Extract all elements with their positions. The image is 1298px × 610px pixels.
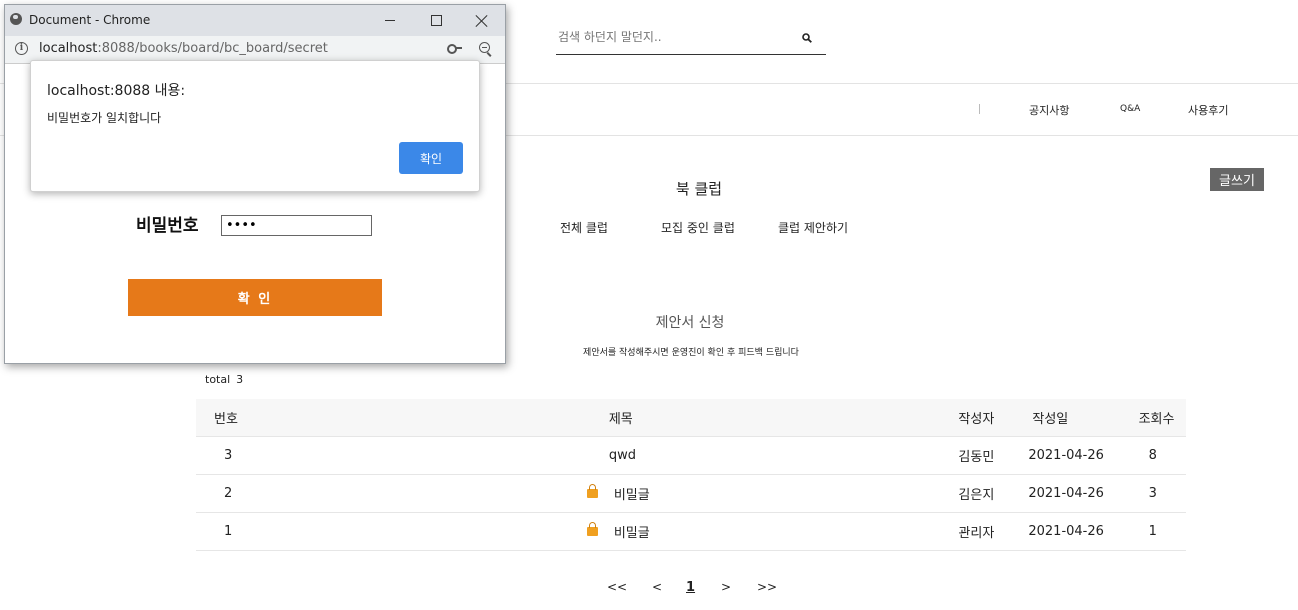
pagination-first[interactable]: << (607, 580, 627, 594)
row-title-text[interactable]: 비밀글 (614, 526, 650, 541)
row-writer: 관리자 (948, 512, 1009, 551)
row-title-text[interactable]: 비밀글 (614, 488, 650, 503)
row-number: 3 (196, 436, 267, 475)
alert-dialog: localhost:8088 내용: 비밀번호가 일치합니다 확인 (30, 60, 480, 192)
row-writer: 김은지 (948, 474, 1009, 513)
table-header-row: 번호 제목 작성자 작성일 조회수 (196, 399, 1186, 437)
url-host: localhost (39, 41, 98, 56)
tab-propose-club[interactable]: 클럽 제안하기 (778, 219, 848, 236)
row-title-text[interactable]: qwd (609, 448, 636, 463)
row-views: 3 (1108, 474, 1186, 513)
row-number: 2 (196, 474, 267, 513)
table-row[interactable]: 1 비밀글 관리자 2021-04-26 1 (196, 512, 1186, 551)
header-writer: 작성자 (948, 399, 1009, 437)
table-row[interactable]: 2 비밀글 김은지 2021-04-26 3 (196, 474, 1186, 513)
nav-item-notice[interactable]: 공지사항 (1029, 102, 1069, 118)
search-bar (556, 28, 826, 55)
pagination-prev[interactable]: < (652, 580, 662, 594)
maximize-button[interactable] (413, 5, 459, 36)
row-title[interactable]: qwd (266, 436, 949, 475)
total-value: 3 (236, 373, 244, 386)
pagination-current[interactable]: 1 (686, 580, 695, 595)
header-number: 번호 (196, 399, 267, 437)
total-label: total (205, 373, 231, 386)
row-views: 8 (1108, 436, 1186, 475)
row-date: 2021-04-26 (1008, 436, 1109, 475)
confirm-button[interactable]: 확 인 (128, 279, 382, 316)
lock-icon (586, 522, 598, 536)
header-date: 작성일 (1008, 399, 1109, 437)
window-title: Document - Chrome (29, 13, 151, 27)
minimize-icon (385, 20, 395, 21)
nav-separator (979, 104, 980, 114)
zoom-out-icon[interactable] (479, 42, 490, 53)
search-input[interactable] (558, 30, 788, 44)
globe-icon (10, 13, 22, 25)
board-table: 번호 제목 작성자 작성일 조회수 3 qwd 김동민 2021-04-26 8… (196, 399, 1186, 551)
row-date: 2021-04-26 (1008, 512, 1109, 551)
password-label: 비밀번호 (136, 216, 199, 236)
alert-ok-button[interactable]: 확인 (399, 142, 463, 174)
row-title[interactable]: 비밀글 (266, 474, 949, 513)
close-icon (476, 15, 488, 27)
total-count: total 3 (205, 373, 243, 386)
maximize-icon (430, 15, 442, 26)
alert-title: localhost:8088 내용: (47, 83, 186, 99)
nav-item-reviews[interactable]: 사용후기 (1188, 102, 1228, 118)
row-number: 1 (196, 512, 267, 551)
info-icon[interactable]: i (15, 42, 28, 55)
row-date: 2021-04-26 (1008, 474, 1109, 513)
tab-all-clubs[interactable]: 전체 클럽 (560, 219, 608, 236)
row-views: 1 (1108, 512, 1186, 551)
close-button[interactable] (459, 5, 505, 36)
alert-message: 비밀번호가 일치합니다 (47, 111, 162, 125)
header-views: 조회수 (1108, 399, 1186, 437)
minimize-button[interactable] (367, 5, 413, 36)
lock-icon (586, 484, 598, 498)
url-path: :8088/books/board/bc_board/secret (97, 41, 328, 56)
pagination-next[interactable]: > (721, 580, 731, 594)
table-row[interactable]: 3 qwd 김동민 2021-04-26 8 (196, 436, 1186, 475)
search-icon[interactable] (802, 33, 812, 43)
key-icon[interactable] (447, 44, 462, 54)
row-writer: 김동민 (948, 436, 1009, 475)
password-input[interactable] (221, 215, 372, 236)
pagination-last[interactable]: >> (757, 580, 777, 594)
nav-item-qna[interactable]: Q&A (1120, 104, 1140, 114)
row-title[interactable]: 비밀글 (266, 512, 949, 551)
url-text[interactable]: localhost:8088/books/board/bc_board/secr… (39, 41, 328, 56)
header-title: 제목 (266, 399, 949, 437)
popup-titlebar[interactable]: Document - Chrome (5, 5, 505, 36)
tab-recruiting-clubs[interactable]: 모집 중인 클럽 (661, 219, 735, 236)
